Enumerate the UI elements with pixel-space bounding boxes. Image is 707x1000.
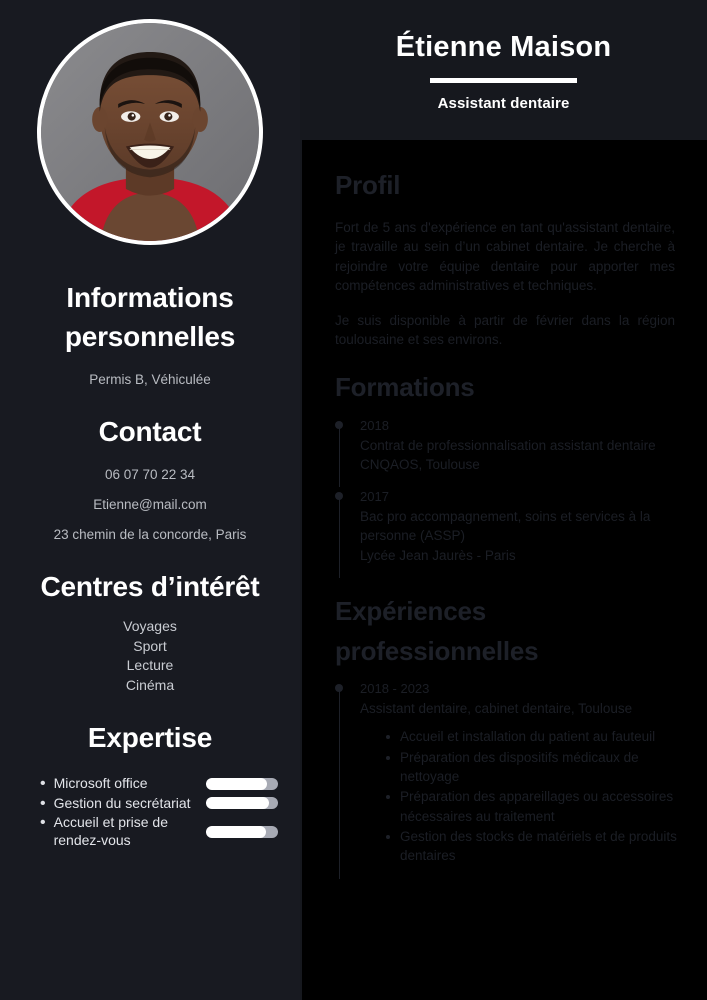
education-school: CNQAOS, Toulouse bbox=[360, 456, 480, 472]
skill-label-wrap: • Microsoft office bbox=[40, 775, 198, 793]
skill-label-wrap: • Accueil et prise de rendez-vous bbox=[40, 814, 198, 849]
bullet-icon: • bbox=[40, 794, 46, 812]
education-year: 2017 bbox=[360, 489, 389, 505]
interests-list: Voyages Sport Lecture Cinéma bbox=[18, 617, 282, 695]
section-title-experience: Expériences professionnelles bbox=[335, 596, 539, 666]
profile-paragraph-1: Fort de 5 ans d'expérience en tant qu'as… bbox=[335, 219, 675, 294]
list-item: Cinéma bbox=[125, 676, 175, 693]
contact-email[interactable]: Etienne@mail.com bbox=[18, 497, 282, 512]
skill-row: • Accueil et prise de rendez-vous bbox=[40, 814, 278, 849]
skill-progress-fill bbox=[206, 825, 267, 838]
cv-header: Étienne Maison Assistant dentaire bbox=[300, 0, 707, 140]
section-title-interests: Centres d’intérêt bbox=[40, 570, 260, 602]
skill-label-wrap: • Gestion du secrétariat bbox=[40, 795, 198, 813]
expertise-list: • Microsoft office • Gestion du secrétar… bbox=[18, 775, 282, 849]
sidebar: Informations personnelles Permis B, Véhi… bbox=[0, 0, 300, 1000]
skill-row: • Microsoft office bbox=[40, 775, 278, 793]
skill-label: Microsoft office bbox=[53, 775, 148, 792]
skill-progress-bar bbox=[206, 825, 278, 838]
section-title-education: Formations bbox=[335, 372, 475, 403]
avatar bbox=[37, 19, 263, 245]
skill-label: Accueil et prise de rendez-vous bbox=[53, 814, 169, 848]
timeline-item: 2018 - 2023 Assistant dentaire, cabinet … bbox=[335, 679, 685, 880]
list-item: Gestion des stocks de matériels et de pr… bbox=[386, 827, 685, 866]
title-divider bbox=[430, 77, 577, 83]
timeline-line bbox=[338, 689, 340, 880]
timeline-line bbox=[338, 497, 340, 579]
timeline-line bbox=[338, 425, 340, 488]
timeline-item: 2018 Contrat de professionnalisation ass… bbox=[335, 416, 685, 488]
experience-timeline: 2018 - 2023 Assistant dentaire, cabinet … bbox=[335, 679, 685, 880]
skill-progress-fill bbox=[206, 797, 269, 810]
main-column: Étienne Maison Assistant dentaire Profil… bbox=[300, 0, 707, 1000]
skill-row: • Gestion du secrétariat bbox=[40, 795, 278, 813]
education-degree: Bac pro accompagnement, soins et service… bbox=[360, 509, 651, 544]
section-title-expertise: Expertise bbox=[87, 722, 213, 754]
job-title: Assistant dentaire bbox=[437, 94, 570, 112]
education-timeline: 2018 Contrat de professionnalisation ass… bbox=[335, 416, 685, 579]
section-title-personal-info: Informations personnelles bbox=[64, 282, 236, 352]
list-item: Préparation des dispositifs médicaux de … bbox=[386, 748, 685, 787]
list-item: Lecture bbox=[126, 657, 174, 674]
bullet-icon: • bbox=[40, 775, 46, 793]
profile-paragraph-2: Je suis disponible à partir de février d… bbox=[335, 312, 675, 348]
bullet-icon: • bbox=[40, 814, 46, 832]
experience-year: 2018 - 2023 bbox=[360, 681, 430, 697]
experience-position: Assistant dentaire, cabinet dentaire, To… bbox=[360, 701, 633, 717]
portrait-photo-icon bbox=[41, 23, 259, 241]
education-degree: Contrat de professionnalisation assistan… bbox=[360, 437, 656, 453]
avatar-image bbox=[41, 23, 259, 241]
section-title-profile: Profil bbox=[335, 170, 401, 200]
page-title: Étienne Maison bbox=[395, 31, 612, 64]
section-title-contact: Contact bbox=[98, 416, 202, 448]
skill-label: Gestion du secrétariat bbox=[53, 794, 191, 811]
list-item: Accueil et installation du patient au fa… bbox=[386, 727, 685, 746]
cv-page: Informations personnelles Permis B, Véhi… bbox=[0, 0, 707, 1000]
education-year: 2018 bbox=[360, 417, 389, 433]
personal-info-detail: Permis B, Véhiculée bbox=[89, 372, 211, 388]
skill-progress-bar bbox=[206, 797, 278, 810]
skill-progress-fill bbox=[206, 777, 268, 790]
list-item: Préparation des appareillages ou accesso… bbox=[386, 787, 685, 826]
list-item: Voyages bbox=[123, 618, 177, 635]
list-item: Sport bbox=[133, 637, 167, 654]
timeline-item: 2017 Bac pro accompagnement, soins et se… bbox=[335, 487, 685, 579]
education-school: Lycée Jean Jaurès - Paris bbox=[360, 547, 516, 563]
experience-bullets: Accueil et installation du patient au fa… bbox=[386, 727, 685, 865]
skill-progress-bar bbox=[206, 777, 278, 790]
content-panel: Profil Fort de 5 ans d'expérience en tan… bbox=[302, 140, 707, 1000]
contact-phone[interactable]: 06 07 70 22 34 bbox=[18, 467, 282, 482]
contact-address: 23 chemin de la concorde, Paris bbox=[53, 526, 247, 542]
